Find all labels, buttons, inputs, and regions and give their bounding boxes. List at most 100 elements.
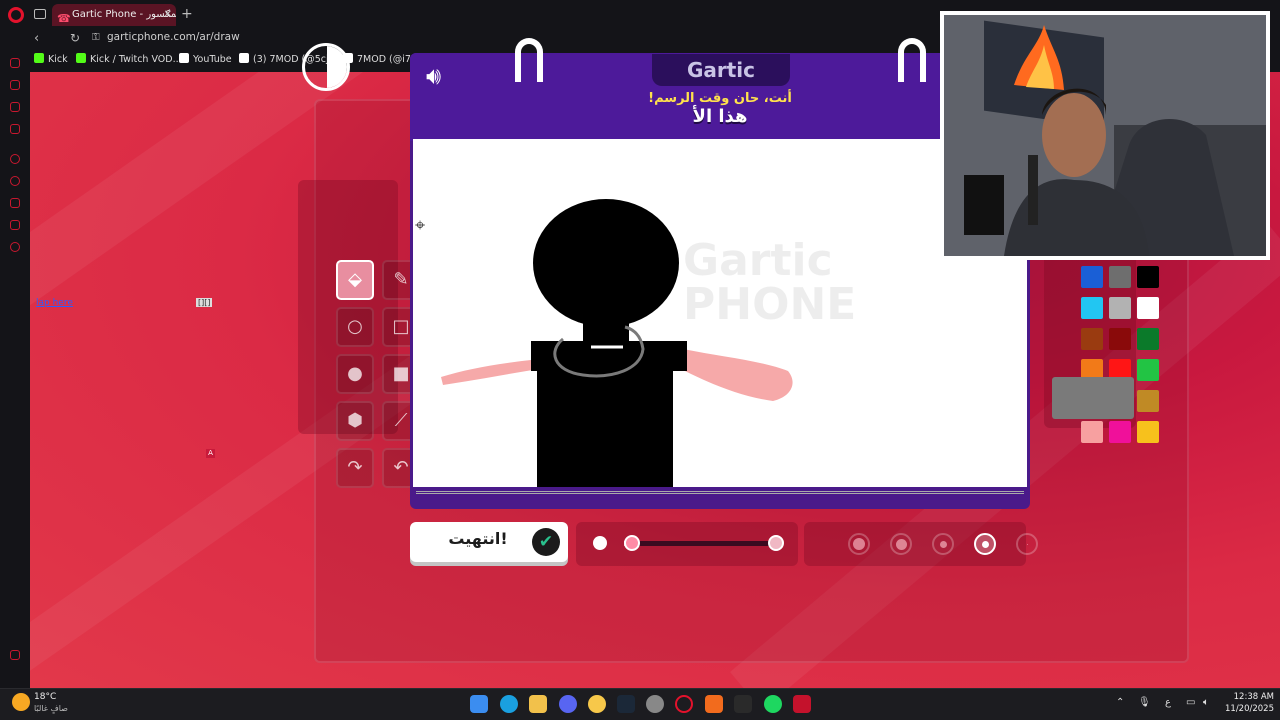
drawing-strokes: [441, 199, 793, 487]
theme-toggle-icon[interactable]: [302, 43, 350, 91]
color-swatch[interactable]: [1137, 297, 1159, 319]
url-field[interactable]: garticphone.com/ar/draw: [107, 31, 240, 43]
spotify-icon[interactable]: [764, 695, 782, 713]
opacity-option[interactable]: [974, 533, 996, 555]
opera-logo-icon[interactable]: [8, 7, 24, 23]
input-language[interactable]: ع: [1165, 697, 1171, 708]
done-button-label: انتهيت!: [448, 529, 508, 548]
tab-gartic-phone[interactable]: ☎ Gartic Phone - اتف المكسور ✕: [52, 4, 176, 26]
close-tab-icon[interactable]: ✕: [164, 4, 172, 26]
opacity-option[interactable]: [890, 533, 912, 555]
color-swatch[interactable]: [1081, 266, 1103, 288]
app-a-icon[interactable]: [705, 695, 723, 713]
bookmark-item[interactable]: Kick / Twitch VOD...: [76, 53, 182, 65]
file-explorer-icon[interactable]: [529, 695, 547, 713]
opera-taskbar-icon[interactable]: [675, 695, 693, 713]
brush-size-max-icon: [768, 535, 784, 551]
sidebar-settings-icon[interactable]: [10, 242, 20, 252]
tab-workspaces-icon[interactable]: [34, 9, 46, 19]
epic-games-icon[interactable]: [734, 695, 752, 713]
bookmark-label: Kick / Twitch VOD...: [90, 54, 182, 65]
bookmark-item[interactable]: Kick: [34, 53, 68, 65]
opera-sidebar: [0, 50, 30, 688]
color-swatch[interactable]: [1137, 421, 1159, 443]
clock-date[interactable]: 11/20/2025: [1224, 704, 1274, 714]
weather-temperature: 18°C: [34, 692, 57, 702]
tool-eraser-icon[interactable]: ⬙: [336, 260, 374, 300]
weather-icon[interactable]: [12, 693, 30, 711]
selected-color-preview: [1052, 377, 1134, 419]
opacity-option[interactable]: [848, 533, 870, 555]
voicemod-icon[interactable]: [793, 695, 811, 713]
clock-time[interactable]: 12:38 AM: [1224, 692, 1274, 702]
color-swatch[interactable]: [1081, 328, 1103, 350]
windows-taskbar: [0, 688, 1280, 720]
opacity-option[interactable]: [1016, 533, 1038, 555]
broken-image-link[interactable]: lap here: [36, 298, 73, 308]
color-swatch[interactable]: [1109, 266, 1131, 288]
sound-toggle-icon[interactable]: 🔊︎: [426, 62, 441, 90]
reload-icon[interactable]: ↻: [70, 31, 80, 45]
color-swatch[interactable]: [1137, 328, 1159, 350]
tab-title: Gartic Phone - اتف المكسور: [72, 9, 176, 20]
check-icon: ✔: [532, 528, 560, 556]
back-icon[interactable]: ‹: [34, 31, 39, 46]
small-overlay-tag: [][]: [196, 298, 213, 307]
chat-app-icon[interactable]: [588, 695, 606, 713]
sidebar-downloads-icon[interactable]: [10, 198, 20, 208]
game-app-icon[interactable]: [646, 695, 664, 713]
color-swatch[interactable]: [1109, 297, 1131, 319]
tool-ellipse-outline-icon[interactable]: ○: [336, 307, 374, 347]
sidebar-player-icon[interactable]: [10, 154, 20, 164]
opacity-dot: [1026, 543, 1028, 545]
sidebar-whatsapp-icon[interactable]: [10, 80, 20, 90]
color-swatch[interactable]: [1137, 266, 1159, 288]
bookmark-icon: [34, 53, 44, 63]
done-button[interactable]: انتهيت! ✔: [410, 522, 568, 562]
crosshair-cursor-icon: ⌖: [415, 215, 426, 236]
color-swatch[interactable]: [1109, 328, 1131, 350]
sidebar-extensions-icon[interactable]: [10, 220, 20, 230]
color-swatch[interactable]: [1137, 390, 1159, 412]
bookmark-item[interactable]: YouTube: [179, 53, 232, 65]
canvas-page-edges: [416, 482, 1024, 494]
color-swatch[interactable]: [1137, 359, 1159, 381]
neck-shape: [583, 321, 629, 345]
sidebar-history-icon[interactable]: [10, 176, 20, 186]
brush-size-slider[interactable]: [624, 541, 774, 546]
tray-chevron-icon[interactable]: ⌃: [1116, 697, 1124, 708]
color-swatch[interactable]: [1081, 421, 1103, 443]
opacity-option[interactable]: [932, 533, 954, 555]
prompt-title: هذا الأ: [692, 106, 748, 127]
opacity-dot: [895, 538, 907, 550]
drawing-canvas[interactable]: Gartic PHONE: [413, 139, 1027, 487]
sidebar-music-icon[interactable]: [10, 124, 20, 134]
tool-ellipse-filled-icon[interactable]: ●: [336, 354, 374, 394]
new-tab-button[interactable]: +: [181, 6, 193, 22]
tool-redo-icon[interactable]: ↷: [336, 448, 374, 488]
color-swatch[interactable]: [1109, 421, 1131, 443]
edge-icon[interactable]: [500, 695, 518, 713]
gartic-favicon-icon: ☎: [57, 12, 71, 25]
discord-icon[interactable]: [559, 695, 577, 713]
pink-arm-right: [683, 349, 793, 401]
network-icon[interactable]: ▭: [1186, 697, 1195, 708]
start-icon[interactable]: [470, 695, 488, 713]
site-info-icon[interactable]: ⚿: [92, 32, 100, 43]
sidebar-chat-icon[interactable]: [10, 102, 20, 112]
bookmark-icon: [76, 53, 86, 63]
overlay-marker: A: [206, 449, 215, 458]
bookmark-label: Kick: [48, 54, 68, 65]
tool-fill-bucket-icon[interactable]: ⬢: [336, 401, 374, 441]
body-shape: [537, 367, 673, 487]
opacity-dot: [853, 538, 865, 550]
sidebar-more-icon[interactable]: [10, 650, 20, 660]
opacity-dot: [939, 540, 947, 548]
brush-size-handle[interactable]: [624, 535, 640, 551]
color-swatch[interactable]: [1081, 297, 1103, 319]
microphone-icon[interactable]: 🎙︎: [1138, 697, 1151, 708]
volume-icon[interactable]: 🔈︎: [1203, 697, 1209, 708]
bookmark-icon: [179, 53, 189, 63]
sidebar-messenger-icon[interactable]: [10, 58, 20, 68]
steam-icon[interactable]: [617, 695, 635, 713]
